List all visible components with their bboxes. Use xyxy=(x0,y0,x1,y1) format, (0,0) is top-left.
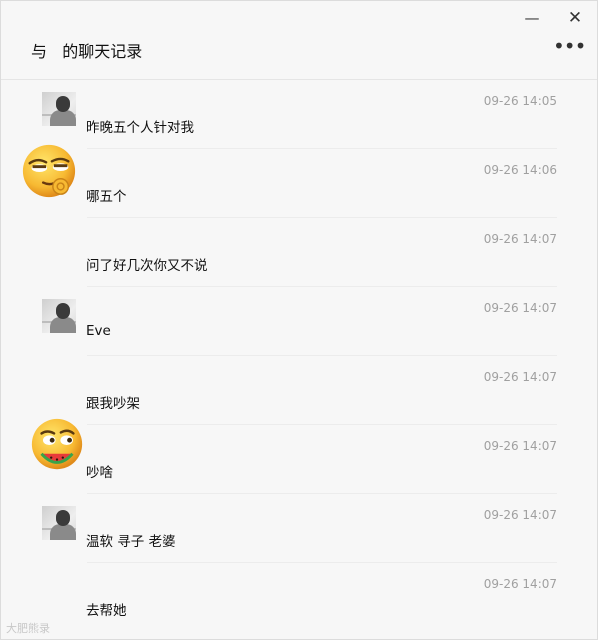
message-row: 09-26 14:07 跟我吵架 xyxy=(1,355,597,424)
message-time: 09-26 14:06 xyxy=(483,163,557,177)
message-text: 哪五个 xyxy=(86,189,127,205)
message-row: 09-26 14:07 问了好几次你又不说 xyxy=(1,217,597,286)
divider xyxy=(87,355,557,356)
message-row: 09-26 14:07 温软 寻子 老婆 xyxy=(1,493,597,562)
photo-avatar[interactable] xyxy=(42,92,76,126)
message-row: 09-26 14:06 哪五个 xyxy=(1,148,597,217)
message-text: 吵啥 xyxy=(86,465,113,481)
message-time: 09-26 14:07 xyxy=(483,370,557,384)
photo-avatar[interactable] xyxy=(42,506,76,540)
more-options-icon[interactable]: ••• xyxy=(553,36,586,59)
message-text: 温软 寻子 老婆 xyxy=(86,534,176,550)
chat-history-window: — ✕ 与 的聊天记录 ••• 09-26 14:05 昨晚五个人针对我 09-… xyxy=(0,0,598,640)
divider xyxy=(87,217,557,218)
message-time: 09-26 14:07 xyxy=(483,508,557,522)
message-text: 跟我吵架 xyxy=(86,396,140,412)
window-title: 与 的聊天记录 xyxy=(31,42,143,61)
message-time: 09-26 14:07 xyxy=(483,232,557,246)
message-text: Eve xyxy=(86,323,111,339)
minimize-button[interactable]: — xyxy=(519,7,545,29)
message-text: 昨晚五个人针对我 xyxy=(86,120,194,136)
message-row: 09-26 14:07 去帮她 xyxy=(1,562,597,631)
divider xyxy=(87,562,557,563)
title-bar: — ✕ 与 的聊天记录 ••• xyxy=(1,1,597,80)
message-time: 09-26 14:05 xyxy=(483,94,557,108)
photo-avatar[interactable] xyxy=(42,299,76,333)
divider xyxy=(87,493,557,494)
smirk-emoji-avatar[interactable] xyxy=(20,142,78,200)
watermark: 大肥熊录 xyxy=(6,622,50,635)
message-text: 问了好几次你又不说 xyxy=(86,258,208,274)
divider xyxy=(87,286,557,287)
message-time: 09-26 14:07 xyxy=(483,301,557,315)
divider xyxy=(87,148,557,149)
message-row: 09-26 14:07 吵啥 xyxy=(1,424,597,493)
watermelon-emoji-avatar[interactable] xyxy=(28,417,86,475)
message-row: 09-26 14:07 Eve xyxy=(1,286,597,355)
divider xyxy=(87,424,557,425)
message-time: 09-26 14:07 xyxy=(483,439,557,453)
message-row: 09-26 14:05 昨晚五个人针对我 xyxy=(1,79,597,148)
message-time: 09-26 14:07 xyxy=(483,577,557,591)
message-text: 去帮她 xyxy=(86,603,127,619)
close-button[interactable]: ✕ xyxy=(562,7,588,29)
